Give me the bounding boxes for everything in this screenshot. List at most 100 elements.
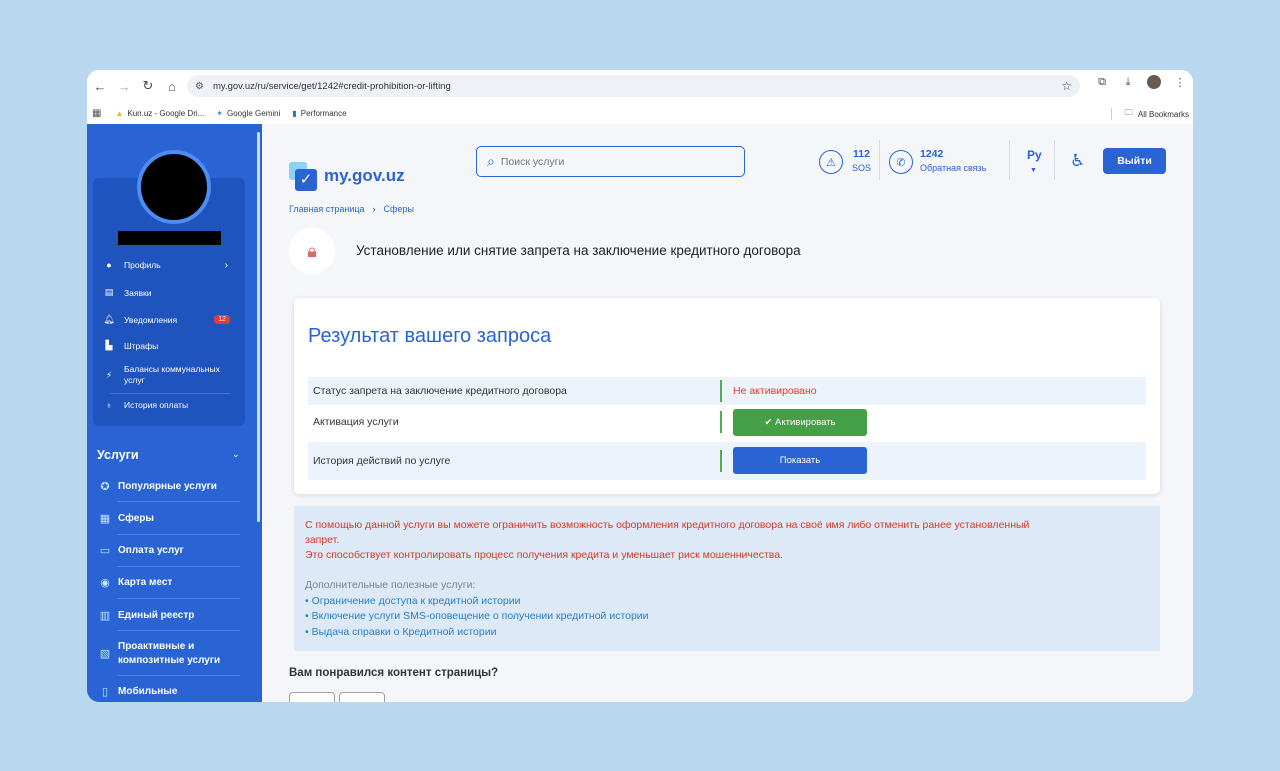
gemini-icon: ✦ bbox=[216, 108, 223, 118]
hotline-label: Обратная связь bbox=[920, 163, 987, 173]
breadcrumb-spheres[interactable]: Сферы bbox=[384, 204, 414, 214]
service-link[interactable]: • Выдача справки о Кредитной истории bbox=[305, 626, 496, 638]
info-text: Это способствует контролировать процесс … bbox=[305, 549, 783, 561]
download-icon[interactable]: ⤓ bbox=[1121, 75, 1135, 89]
sidebar: ● Профиль › ▤ Заявки 🔔︎ Уведомления 12 ▙… bbox=[87, 124, 262, 702]
table-row: Активация услуги ✔ Активировать bbox=[308, 408, 1146, 436]
utility-icon: ⚡ bbox=[105, 369, 113, 380]
sidebar-item-notifications[interactable]: 🔔︎ Уведомления 12 bbox=[102, 314, 236, 325]
site-settings-icon[interactable]: ⚙ bbox=[195, 81, 204, 92]
row-label: История действий по услуге bbox=[313, 455, 451, 467]
home-icon[interactable]: ⌂ bbox=[161, 75, 183, 97]
feedback-question: Вам понравился контент страницы? bbox=[289, 667, 499, 679]
sidebar-item-applications[interactable]: ▤ Заявки bbox=[102, 287, 236, 298]
bell-icon: 🔔︎ bbox=[103, 314, 115, 324]
bookmark-star-icon[interactable]: ☆ bbox=[1061, 79, 1072, 93]
registry-icon: ▥ bbox=[99, 610, 111, 622]
extensions-icon[interactable]: ⧉ bbox=[1095, 75, 1109, 89]
forward-icon[interactable]: → bbox=[113, 75, 135, 97]
bookmark-item[interactable]: ✦ Google Gemini bbox=[216, 109, 280, 118]
bookmark-item[interactable]: ▲ Kun.uz - Google Dri... bbox=[115, 109, 204, 118]
sidebar-item-proactive[interactable]: ▧ Проактивные и композитные услуги bbox=[97, 640, 240, 668]
document-lock-icon: 🔒︎ bbox=[289, 228, 335, 274]
activate-button[interactable]: ✔ Активировать bbox=[733, 409, 867, 436]
grid-icon: ▦ bbox=[99, 513, 111, 525]
info-box: С помощью данной услуги вы можете ограни… bbox=[294, 506, 1160, 651]
search-box[interactable]: ⌕ bbox=[476, 146, 745, 177]
fine-icon: ▙ bbox=[105, 340, 113, 350]
result-card: Результат вашего запроса Статус запрета … bbox=[294, 298, 1160, 494]
sidebar-item-popular[interactable]: ✪ Популярные услуги bbox=[97, 480, 240, 493]
sidebar-item-profile[interactable]: ● Профиль › bbox=[102, 259, 236, 271]
sos-number[interactable]: 112 bbox=[853, 148, 870, 160]
url-text: my.gov.uz/ru/service/get/1242#credit-pro… bbox=[212, 80, 451, 92]
info-text: запрет. bbox=[305, 534, 340, 546]
like-button[interactable] bbox=[289, 692, 335, 702]
browser-toolbar: ← → ↻ ⌂ ⚙ my.gov.uz/ru/service/get/1242#… bbox=[87, 70, 1193, 102]
performance-icon: ▮ bbox=[292, 108, 297, 118]
sidebar-item-registry[interactable]: ▥ Единый реестр bbox=[97, 609, 240, 622]
sidebar-scrollbar[interactable] bbox=[257, 132, 260, 522]
sidebar-item-map[interactable]: ◉ Карта мест bbox=[97, 576, 240, 589]
chevron-down-icon[interactable]: ⌄ bbox=[232, 449, 240, 460]
extra-services-title: Дополнительные полезные услуги: bbox=[305, 579, 476, 591]
user-name-redacted bbox=[118, 231, 221, 245]
sidebar-item-utilities[interactable]: ⚡ Балансы коммунальных услуг bbox=[102, 364, 236, 386]
hotline-number[interactable]: 1242 bbox=[920, 148, 943, 160]
popular-icon: ✪ bbox=[100, 481, 110, 493]
show-history-button[interactable]: Показать bbox=[733, 447, 867, 474]
profile-avatar-icon[interactable] bbox=[1147, 75, 1161, 89]
logout-button[interactable]: Выйти bbox=[1103, 148, 1166, 174]
back-icon[interactable]: ← bbox=[89, 75, 111, 97]
avatar bbox=[137, 150, 211, 224]
logo-check-icon: ✓ bbox=[289, 162, 317, 191]
notification-badge: 12 bbox=[214, 315, 230, 324]
apps-grid-icon[interactable]: ▦ bbox=[92, 108, 101, 119]
table-row: Статус запрета на заключение кредитного … bbox=[308, 377, 1146, 405]
status-value: Не активировано bbox=[733, 385, 817, 397]
menu-dots-icon[interactable]: ⋮ bbox=[1173, 75, 1187, 89]
accessibility-icon[interactable]: ♿︎ bbox=[1070, 151, 1085, 171]
table-row: История действий по услуге Показать bbox=[308, 442, 1146, 480]
browser-window: ← → ↻ ⌂ ⚙ my.gov.uz/ru/service/get/1242#… bbox=[87, 70, 1193, 702]
phone-icon[interactable]: ✆ bbox=[889, 150, 913, 174]
search-icon: ⌕ bbox=[487, 153, 495, 169]
proactive-icon: ▧ bbox=[99, 648, 111, 660]
document-icon: ▤ bbox=[104, 287, 114, 297]
sidebar-item-mobile[interactable]: ▯ Мобильные bbox=[97, 685, 240, 698]
breadcrumb-separator-icon: › bbox=[372, 204, 376, 214]
folder-icon: 🗀 bbox=[1124, 108, 1133, 117]
row-label: Статус запрета на заключение кредитного … bbox=[313, 385, 567, 397]
reload-icon[interactable]: ↻ bbox=[137, 75, 159, 97]
language-selector[interactable]: Ру bbox=[1027, 148, 1042, 162]
money-bag-icon: ♁ bbox=[105, 400, 113, 410]
caret-down-icon[interactable]: ▼ bbox=[1030, 167, 1037, 174]
service-link[interactable]: • Ограничение доступа к кредитной истори… bbox=[305, 595, 521, 607]
services-title[interactable]: Услуги bbox=[97, 448, 139, 462]
search-input[interactable] bbox=[500, 155, 721, 168]
user-icon: ● bbox=[106, 260, 112, 270]
chevron-right-icon: › bbox=[224, 259, 228, 271]
bookmarks-bar: ▦ ▲ Kun.uz - Google Dri... ✦ Google Gemini… bbox=[87, 102, 1193, 124]
bookmark-item[interactable]: ▮ Performance bbox=[292, 109, 346, 118]
result-title: Результат вашего запроса bbox=[308, 325, 552, 347]
breadcrumb-home[interactable]: Главная страница bbox=[289, 204, 365, 214]
all-bookmarks[interactable]: 🗀 All Bookmarks bbox=[1110, 107, 1189, 121]
alarm-icon[interactable]: ⚠ bbox=[819, 150, 843, 174]
sos-label: SOS bbox=[852, 163, 872, 173]
page-title: Установление или снятие запрета на заклю… bbox=[356, 243, 801, 258]
sidebar-item-fines[interactable]: ▙ Штрафы bbox=[102, 340, 236, 351]
sidebar-item-spheres[interactable]: ▦ Сферы bbox=[97, 512, 240, 525]
dislike-button[interactable] bbox=[339, 692, 385, 702]
card-icon: ▭ bbox=[99, 545, 111, 557]
mobile-icon: ▯ bbox=[101, 686, 109, 698]
map-pin-icon: ◉ bbox=[100, 577, 110, 589]
row-label: Активация услуги bbox=[313, 416, 399, 428]
info-text: С помощью данной услуги вы можете ограни… bbox=[305, 519, 1030, 531]
address-bar[interactable]: ⚙ my.gov.uz/ru/service/get/1242#credit-p… bbox=[187, 75, 1080, 97]
sidebar-item-payment-history[interactable]: ♁ История оплаты bbox=[102, 400, 236, 410]
drive-icon: ▲ bbox=[115, 108, 124, 118]
site-logo[interactable]: ✓ my.gov.uz bbox=[289, 162, 405, 191]
service-link[interactable]: • Включение услуги SMS-оповещение о полу… bbox=[305, 610, 649, 622]
sidebar-item-payment[interactable]: ▭ Оплата услуг bbox=[97, 544, 240, 557]
